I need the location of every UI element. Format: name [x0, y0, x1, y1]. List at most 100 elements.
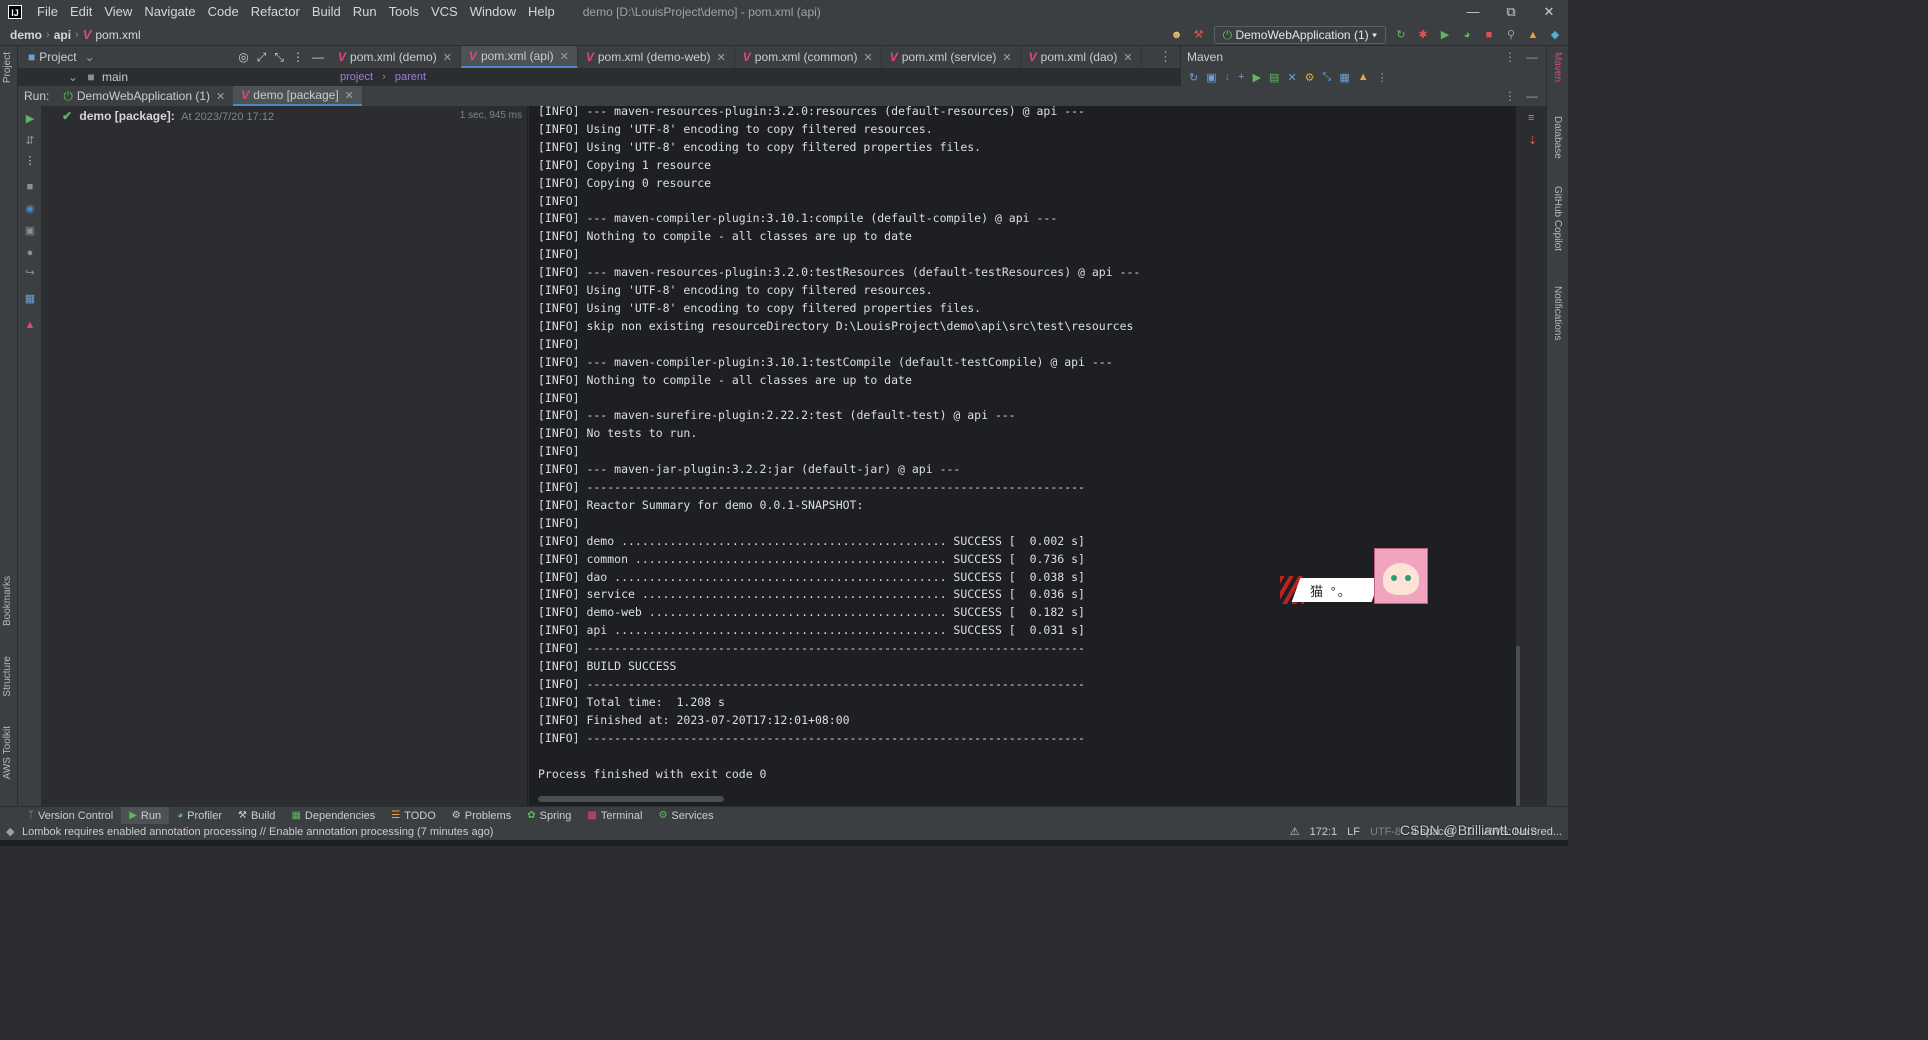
- minimize-icon[interactable]: —: [1454, 0, 1492, 24]
- cursor-position[interactable]: 172:1: [1310, 824, 1338, 840]
- collapse-icon[interactable]: ⤡: [1323, 71, 1332, 84]
- tab-dependencies[interactable]: ▦ Dependencies: [283, 807, 383, 825]
- close-icon[interactable]: ✕: [443, 51, 452, 64]
- update-icon[interactable]: ▲: [1526, 28, 1540, 42]
- tab-pom-demo[interactable]: V pom.xml (demo) ✕: [330, 46, 461, 68]
- project-view-select[interactable]: Project: [39, 50, 76, 64]
- breadcrumb-api[interactable]: api: [54, 28, 71, 42]
- tab-problems[interactable]: ⚙ Problems: [444, 807, 519, 825]
- debug-icon[interactable]: ✱: [1416, 28, 1430, 42]
- aws-toolkit-tool-button[interactable]: AWS Toolkit: [2, 726, 13, 779]
- run-configuration-select[interactable]: ⏻ DemoWebApplication (1) ▾: [1213, 26, 1386, 44]
- hide-icon[interactable]: —: [312, 46, 324, 68]
- menu-window[interactable]: Window: [464, 0, 522, 24]
- tree-item-main[interactable]: main: [102, 70, 128, 84]
- dependencies-icon[interactable]: ▲: [1358, 71, 1369, 83]
- menu-build[interactable]: Build: [306, 0, 347, 24]
- layout-icon[interactable]: ▦: [23, 292, 37, 306]
- tab-run[interactable]: ▶ Run: [121, 806, 170, 825]
- breadcrumb-parent[interactable]: parent: [395, 71, 426, 83]
- notification-icon[interactable]: ◆: [6, 824, 14, 840]
- copilot-icon[interactable]: ◆: [1548, 28, 1562, 42]
- exit-icon[interactable]: ↪: [23, 266, 37, 280]
- options-icon[interactable]: ⋮: [1377, 71, 1388, 84]
- tab-options-icon[interactable]: ⋮: [1159, 46, 1172, 68]
- collapse-all-icon[interactable]: ⤡: [274, 46, 284, 68]
- run-tab-demo-package[interactable]: V demo [package] ✕: [233, 86, 362, 106]
- breadcrumb-project[interactable]: project: [340, 71, 373, 83]
- close-icon[interactable]: ✕: [1002, 51, 1011, 64]
- scroll-to-end-icon[interactable]: ⇣: [1528, 134, 1537, 147]
- menu-help[interactable]: Help: [522, 0, 561, 24]
- menu-code[interactable]: Code: [202, 0, 245, 24]
- chevron-down-icon[interactable]: ⌄: [85, 50, 95, 64]
- breadcrumb-pom[interactable]: pom.xml: [95, 28, 140, 42]
- inspection-icon[interactable]: ⚠: [1290, 824, 1300, 840]
- tab-todo[interactable]: ☰ TODO: [383, 807, 444, 825]
- locate-icon[interactable]: ◎: [238, 46, 248, 68]
- toggle-offline-icon[interactable]: ✕: [1287, 71, 1296, 84]
- more-icon[interactable]: ⋮: [23, 154, 37, 168]
- hide-icon[interactable]: —: [1526, 86, 1538, 106]
- tab-pom-service[interactable]: V pom.xml (service) ✕: [882, 46, 1021, 68]
- tab-profiler[interactable]: ◕ Profiler: [169, 807, 230, 825]
- close-icon[interactable]: ✕: [560, 50, 569, 63]
- menu-view[interactable]: View: [98, 0, 138, 24]
- structure-tool-button[interactable]: Structure: [2, 656, 13, 697]
- build-tree-row[interactable]: ✔ demo [package]: At 2023/7/20 17:12 1 s…: [62, 108, 526, 125]
- hide-icon[interactable]: —: [1526, 46, 1538, 68]
- console-horizontal-scrollbar[interactable]: [538, 796, 724, 802]
- run-tab-demowebapplication[interactable]: ⏻ DemoWebApplication (1) ✕: [55, 86, 233, 106]
- chevron-down-icon[interactable]: ⌄: [68, 70, 78, 84]
- execute-goal-icon[interactable]: ▤: [1269, 71, 1279, 84]
- close-icon[interactable]: ✕: [216, 90, 225, 103]
- skip-tests-icon[interactable]: ⚙: [1305, 71, 1315, 84]
- rerun-icon[interactable]: ↻: [1394, 28, 1408, 42]
- scrollbar-thumb[interactable]: [1516, 646, 1520, 806]
- camera-icon[interactable]: ▣: [23, 224, 37, 238]
- show-diagram-icon[interactable]: ▦: [1339, 71, 1349, 84]
- expand-all-icon[interactable]: ⤢: [257, 46, 267, 68]
- profile-icon[interactable]: ◕: [1460, 28, 1474, 42]
- menu-tools[interactable]: Tools: [383, 0, 425, 24]
- project-tool-button[interactable]: Project: [2, 52, 13, 83]
- pin-icon[interactable]: ▲: [23, 318, 37, 332]
- light-icon[interactable]: ●: [23, 246, 37, 260]
- close-icon[interactable]: ✕: [1530, 0, 1568, 24]
- close-icon[interactable]: ✕: [863, 51, 872, 64]
- close-icon[interactable]: ✕: [1123, 51, 1132, 64]
- reload-icon[interactable]: ↻: [1189, 71, 1198, 84]
- menu-edit[interactable]: Edit: [64, 0, 98, 24]
- tab-pom-api[interactable]: V pom.xml (api) ✕: [460, 46, 578, 68]
- users-icon[interactable]: ☻: [1170, 28, 1184, 42]
- tab-version-control[interactable]: ᛉ Version Control: [20, 807, 121, 825]
- stop-icon[interactable]: ■: [1482, 28, 1496, 42]
- stop-icon[interactable]: ■: [23, 180, 37, 194]
- search-icon[interactable]: ⚲: [1504, 28, 1518, 42]
- tab-pom-common[interactable]: V pom.xml (common) ✕: [735, 46, 882, 68]
- maven-tool-button[interactable]: Maven: [1552, 52, 1563, 82]
- soft-wrap-icon[interactable]: ≡: [1528, 112, 1534, 124]
- tab-terminal[interactable]: ▩ Terminal: [579, 807, 650, 825]
- add-icon[interactable]: +: [1238, 71, 1244, 83]
- add-project-icon[interactable]: ▣: [1206, 71, 1216, 84]
- bookmarks-tool-button[interactable]: Bookmarks: [2, 576, 13, 626]
- tab-pom-dao[interactable]: V pom.xml (dao) ✕: [1021, 46, 1142, 68]
- console-vertical-scrollbar[interactable]: ≡ ⇣: [1516, 106, 1546, 806]
- breadcrumb-demo[interactable]: demo: [10, 28, 42, 42]
- menu-navigate[interactable]: Navigate: [138, 0, 201, 24]
- tab-spring[interactable]: ✿ Spring: [519, 807, 579, 825]
- menu-vcs[interactable]: VCS: [425, 0, 464, 24]
- menu-refactor[interactable]: Refactor: [245, 0, 306, 24]
- file-encoding[interactable]: UTF-8: [1370, 824, 1401, 840]
- hammer-icon[interactable]: ⚒: [1192, 28, 1206, 42]
- options-icon[interactable]: ⋮: [1504, 46, 1516, 68]
- options-icon[interactable]: ⋮: [292, 46, 304, 68]
- menu-file[interactable]: File: [31, 0, 64, 24]
- notifications-tool-button[interactable]: Notifications: [1552, 286, 1563, 340]
- tab-build[interactable]: ⚒ Build: [230, 807, 283, 825]
- tab-pom-demo-web[interactable]: V pom.xml (demo-web) ✕: [578, 46, 735, 68]
- database-tool-button[interactable]: Database: [1552, 116, 1563, 159]
- github-copilot-tool-button[interactable]: GitHub Copilot: [1552, 186, 1563, 251]
- options-icon[interactable]: ⋮: [1504, 86, 1516, 106]
